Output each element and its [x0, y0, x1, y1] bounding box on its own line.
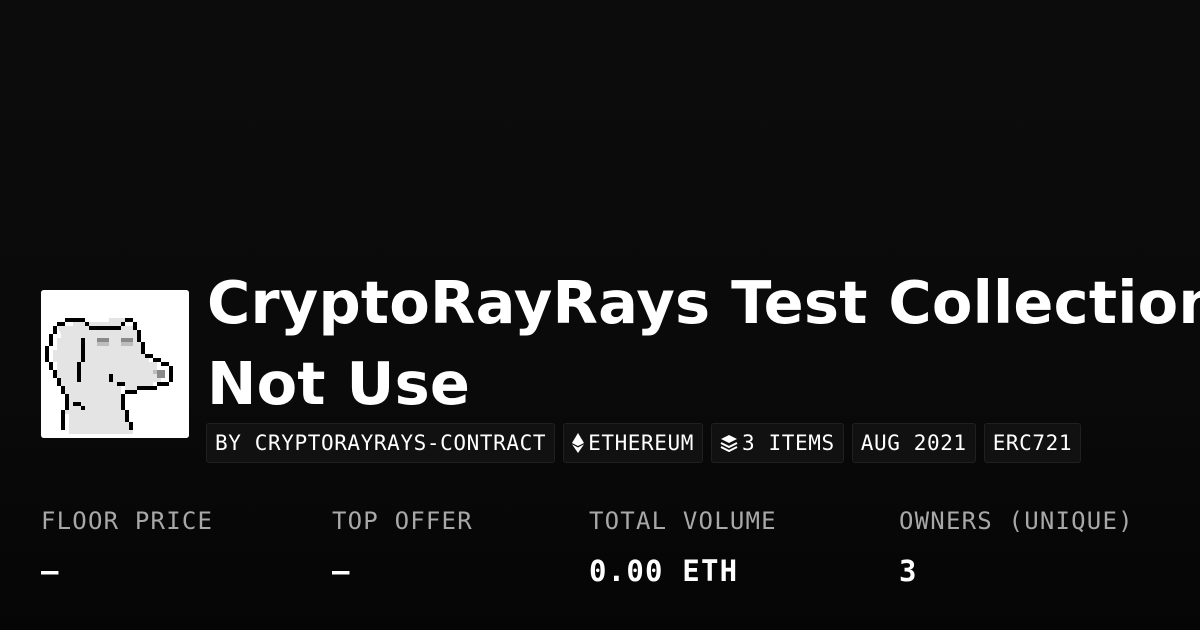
stat-floor-price: FLOOR PRICE –: [41, 503, 213, 589]
stat-top-offer: TOP OFFER –: [332, 503, 473, 589]
stat-total-volume-value: 0.00 ETH: [589, 554, 739, 588]
stat-total-volume: TOTAL VOLUME 0.00 ETH: [589, 503, 777, 589]
collection-preview-card: CryptoRayRays Test Collection - Do Not U…: [0, 0, 1200, 630]
stat-floor-price-label: FLOOR PRICE: [41, 507, 214, 535]
stat-top-offer-label: TOP OFFER: [332, 507, 473, 535]
stat-owners: OWNERS (UNIQUE) 3: [899, 503, 1134, 589]
stat-total-volume-label: TOTAL VOLUME: [589, 507, 777, 535]
stat-owners-label: OWNERS (UNIQUE): [899, 507, 1134, 535]
stat-owners-value: 3: [899, 554, 918, 588]
collection-stats: FLOOR PRICE – TOP OFFER – TOTAL VOLUME 0…: [0, 0, 1200, 630]
stat-top-offer-value: –: [332, 554, 351, 588]
stat-floor-price-value: –: [41, 554, 60, 588]
